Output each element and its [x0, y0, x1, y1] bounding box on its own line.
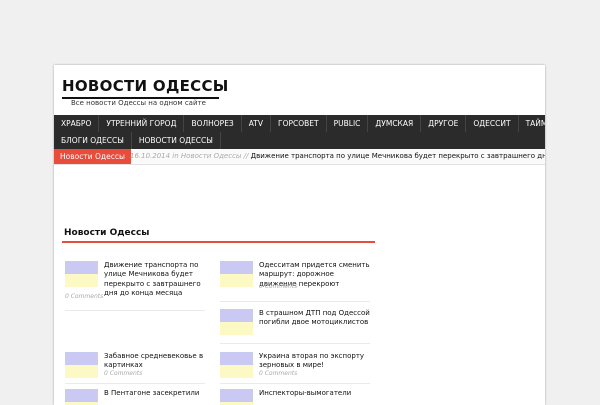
nav-item-blogi-odessy[interactable]: БЛОГИ ОДЕССЫ	[54, 132, 132, 149]
nav-item-volnorez[interactable]: ВОЛНОРЕЗ	[184, 115, 242, 132]
post-comments[interactable]: 0 Comments	[104, 370, 142, 377]
post-thumbnail[interactable]	[220, 389, 253, 405]
post-thumbnail[interactable]	[65, 261, 98, 287]
post-divider	[220, 383, 370, 384]
post-item: В Пентагоне засекретили	[65, 389, 215, 405]
post-comments[interactable]: 0 Comments	[65, 293, 103, 300]
post-item: Забавное средневековье в картинках 0 Com…	[65, 352, 215, 382]
post-item: Движение транспорта по улице Мечникова б…	[65, 261, 215, 305]
nav-item-novosti-odessy[interactable]: НОВОСТИ ОДЕССЫ	[132, 132, 221, 149]
post-comments[interactable]: 0 Comments	[259, 370, 297, 377]
post-item: Инспекторы-вымогатели	[220, 389, 370, 405]
post-thumbnail[interactable]	[220, 309, 253, 335]
post-title[interactable]: В Пентагоне засекретили	[104, 389, 215, 398]
ticker-label[interactable]: Новости Одессы	[54, 149, 131, 164]
post-item: Украина вторая по экспорту зерновых в ми…	[220, 352, 370, 382]
nav-row-2: БЛОГИ ОДЕССЫ НОВОСТИ ОДЕССЫ	[54, 132, 545, 149]
post-title[interactable]: Украина вторая по экспорту зерновых в ми…	[259, 352, 370, 371]
ticker-headline[interactable]: Движение транспорта по улице Мечникова б…	[251, 152, 545, 160]
section-underline	[62, 241, 375, 243]
site-tagline: Все новости Одессы на одном сайте	[71, 99, 206, 107]
post-comments[interactable]: 0 Comments	[259, 283, 297, 290]
nav-item-drugoe[interactable]: ДРУГОЕ	[421, 115, 467, 132]
nav-item-atv[interactable]: ATV	[242, 115, 272, 132]
post-title[interactable]: Движение транспорта по улице Мечникова б…	[104, 261, 215, 298]
site-title[interactable]: НОВОСТИ ОДЕССЫ	[62, 77, 229, 95]
section-title[interactable]: Новости Одессы	[64, 228, 149, 238]
nav-item-odessit[interactable]: ОДЕССИТ	[466, 115, 519, 132]
post-divider	[65, 383, 205, 384]
post-thumbnail[interactable]	[220, 261, 253, 287]
post-thumbnail[interactable]	[65, 389, 98, 405]
post-title[interactable]: В страшном ДТП под Одессой погибли двое …	[259, 309, 370, 328]
nav-item-khrabro[interactable]: ХРАБРО	[54, 115, 100, 132]
post-thumbnail[interactable]	[65, 352, 98, 378]
post-title[interactable]: Инспекторы-вымогатели	[259, 389, 370, 398]
main-navigation: ХРАБРО УТРЕННИЙ ГОРОД ВОЛНОРЕЗ ATV ГОРСО…	[54, 115, 545, 149]
page-container: НОВОСТИ ОДЕССЫ Все новости Одессы на одн…	[54, 65, 545, 405]
ticker-content: 16.10.2014 in Новости Одессы // Движение…	[130, 149, 545, 164]
post-divider	[220, 301, 370, 302]
nav-item-dumskaya[interactable]: ДУМСКАЯ	[368, 115, 422, 132]
post-item: В страшном ДТП под Одессой погибли двое …	[220, 309, 370, 339]
post-item: Одесситам придется сменить маршрут: доро…	[220, 261, 370, 291]
post-divider	[65, 310, 205, 311]
news-ticker: Новости Одессы 16.10.2014 in Новости Оде…	[54, 149, 545, 165]
post-thumbnail[interactable]	[220, 352, 253, 378]
nav-item-gorsovet[interactable]: ГОРСОВЕТ	[271, 115, 327, 132]
nav-item-utrenniy-gorod[interactable]: УТРЕННИЙ ГОРОД	[99, 115, 185, 132]
nav-row-1: ХРАБРО УТРЕННИЙ ГОРОД ВОЛНОРЕЗ ATV ГОРСО…	[54, 115, 545, 132]
post-title[interactable]: Забавное средневековье в картинках	[104, 352, 215, 371]
ticker-meta: 16.10.2014 in Новости Одессы //	[130, 152, 249, 160]
post-divider	[220, 343, 370, 344]
nav-item-taymer[interactable]: ТАЙМЕР	[519, 115, 545, 132]
nav-item-public[interactable]: PUBLIC	[327, 115, 369, 132]
